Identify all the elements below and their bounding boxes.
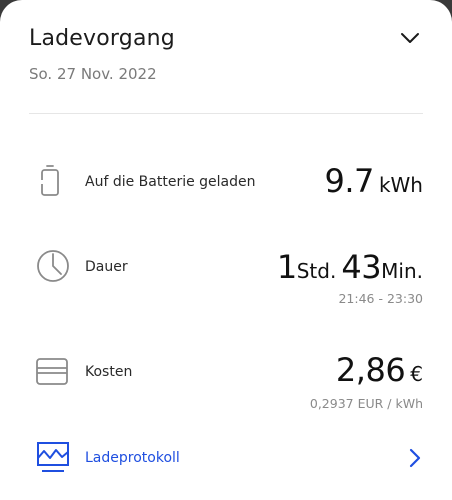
charging-session-card: Ladevorgang So. 27 Nov. 2022 Auf die Bat… — [0, 0, 452, 500]
battery-unit: kWh — [378, 173, 423, 197]
battery-label: Auf die Batterie geladen — [85, 174, 256, 190]
chevron-down-icon[interactable] — [396, 24, 424, 52]
session-date: So. 27 Nov. 2022 — [29, 65, 157, 83]
page-title: Ladevorgang — [29, 26, 175, 51]
battery-amount: 9.7 — [324, 162, 374, 200]
duration-minutes-unit: Min. — [381, 259, 423, 283]
duration-value: 1Std. 43Min. — [277, 248, 423, 286]
cost-rate: 0,2937 EUR / kWh — [309, 396, 423, 411]
duration-hours-unit: Std. — [296, 259, 337, 283]
chart-icon — [37, 442, 69, 472]
time-range: 21:46 - 23:30 — [338, 291, 423, 306]
divider — [29, 113, 423, 114]
chevron-right-icon[interactable] — [404, 446, 426, 470]
cost-currency: € — [410, 362, 423, 386]
battery-icon — [37, 165, 59, 196]
duration-minutes: 43 — [341, 248, 382, 286]
cost-value: 2,86 € — [336, 351, 423, 389]
duration-hours: 1 — [276, 248, 297, 286]
cost-label: Kosten — [85, 364, 133, 380]
duration-label: Dauer — [85, 259, 128, 275]
card-icon — [36, 358, 68, 385]
cost-amount: 2,86 — [335, 351, 406, 389]
clock-icon — [37, 250, 69, 282]
battery-value: 9.7 kWh — [324, 162, 423, 200]
protocol-label[interactable]: Ladeprotokoll — [85, 450, 180, 466]
